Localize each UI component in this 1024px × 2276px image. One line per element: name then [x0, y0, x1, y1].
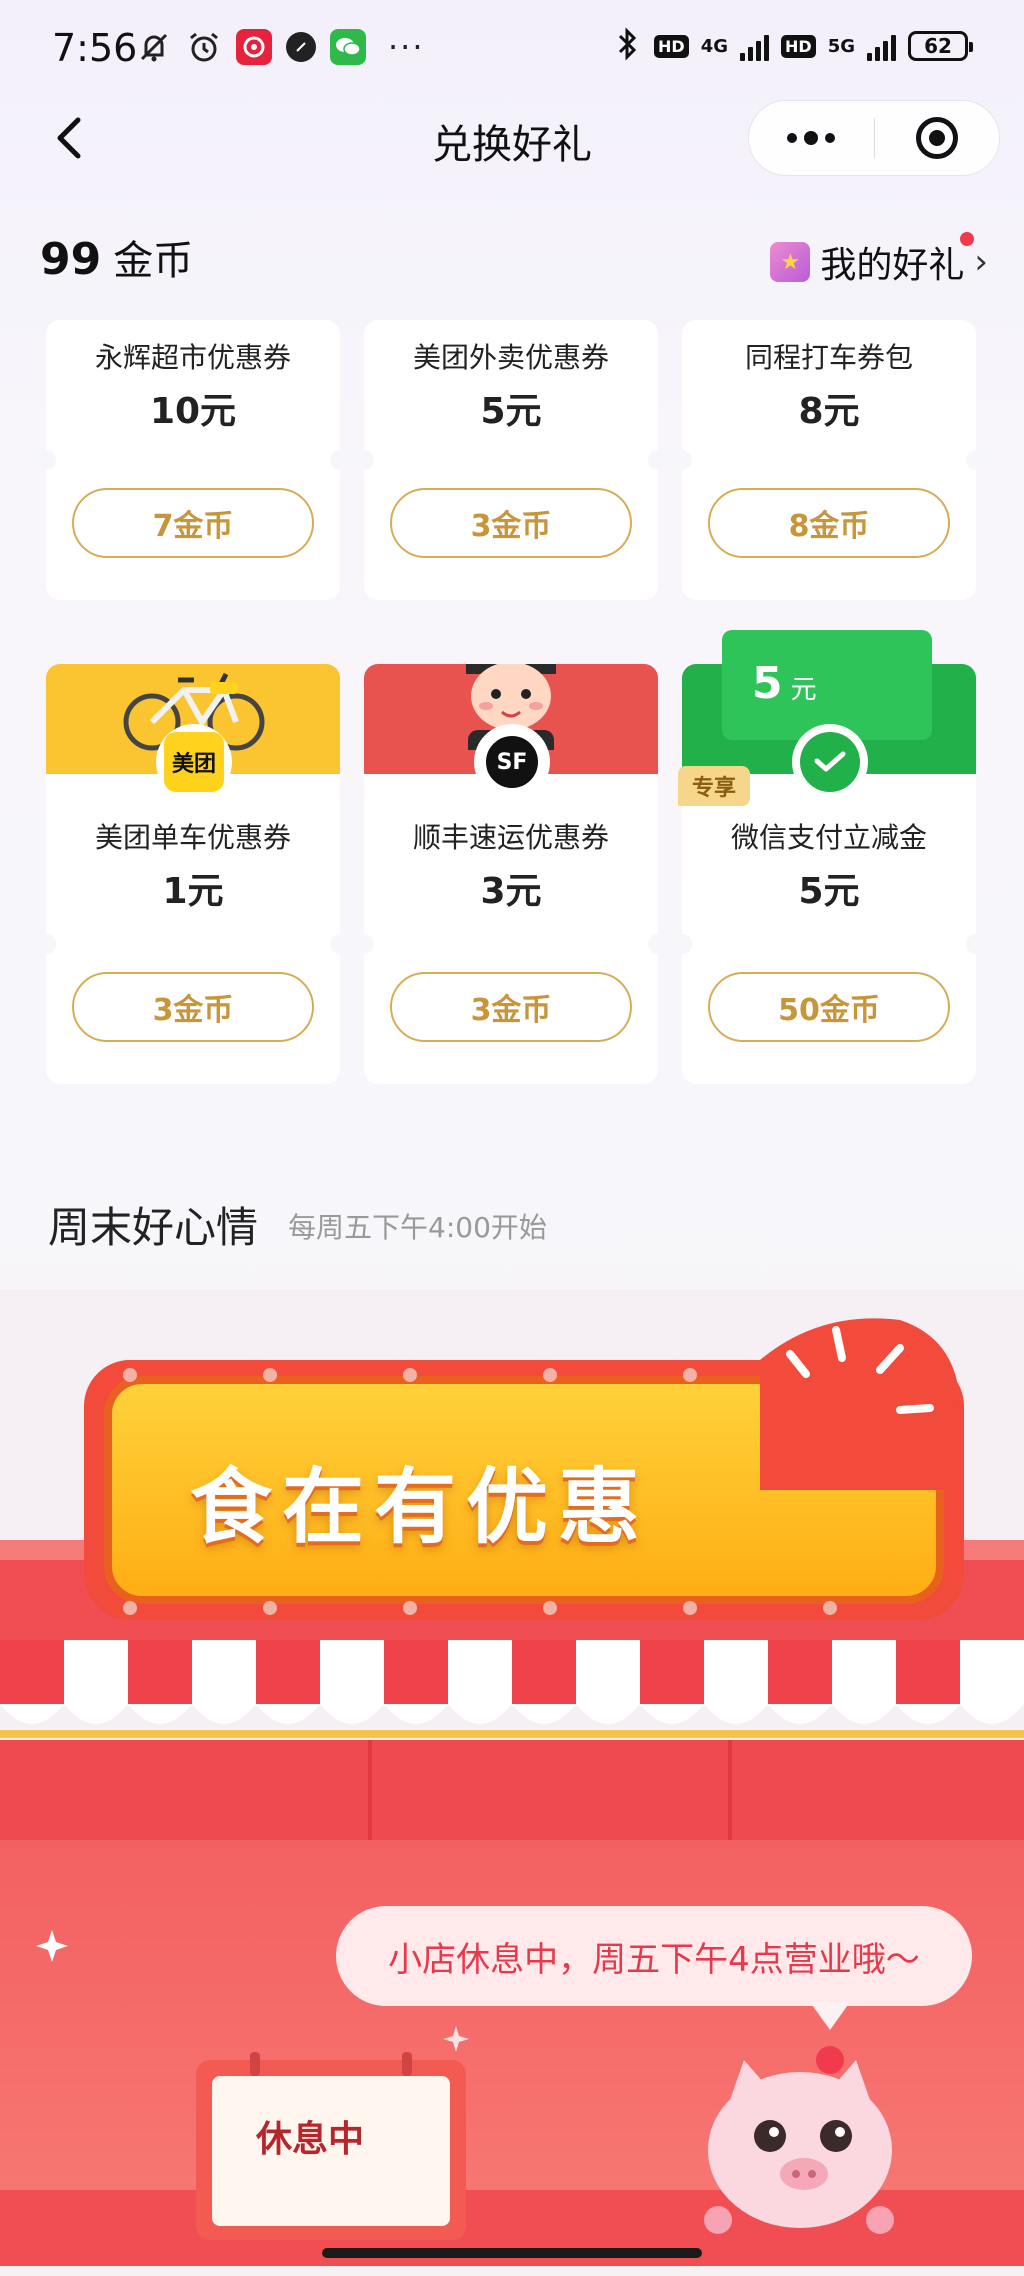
- chevron-right-icon: ›: [974, 242, 988, 282]
- section-subtitle: 每周五下午4:00开始: [288, 1211, 547, 1244]
- mute-bell-icon: [136, 29, 172, 65]
- gift-box-icon: ★: [770, 242, 811, 282]
- card-notch: [354, 934, 374, 954]
- card-notch: [648, 934, 668, 954]
- gift-card-yonghui[interactable]: 永辉超市优惠券 10元 7金币: [36, 320, 350, 600]
- gift-card-meituan-waimai[interactable]: 美团外卖优惠券 5元 3金币: [354, 320, 668, 600]
- gift-card-name: 美团外卖优惠券: [412, 341, 609, 374]
- shop-closed-bubble: 小店休息中，周五下午4点营业哦～: [336, 1906, 972, 2006]
- more-options-button[interactable]: [749, 101, 874, 175]
- app-dot-icon: [286, 32, 316, 62]
- my-gifts-label: 我的好礼: [820, 245, 965, 286]
- my-gifts-link[interactable]: ★ 我的好礼 ›: [770, 232, 988, 288]
- redeem-button[interactable]: 3金币: [390, 972, 632, 1042]
- card-notch: [672, 934, 692, 954]
- coin-balance: 99 金币: [40, 228, 193, 286]
- meituan-logo: 美团: [156, 724, 232, 800]
- notification-dot: [960, 232, 974, 246]
- gift-card-value: 1元: [162, 871, 224, 912]
- status-right-icons: HD 4G HD 5G 62: [612, 26, 973, 66]
- status-time: 7:56: [52, 26, 138, 70]
- meituan-logo-text: 美团: [164, 732, 224, 792]
- redeem-button[interactable]: 50金币: [708, 972, 950, 1042]
- gift-card-meituan-bike[interactable]: 美团 美团单车优惠券 1元 3金币: [36, 664, 350, 1084]
- card-notch: [648, 450, 668, 470]
- card-notch: [354, 450, 374, 470]
- voucher-unit: 元: [790, 675, 817, 705]
- gift-card-value: 8元: [798, 391, 860, 432]
- redeem-button[interactable]: 3金币: [390, 488, 632, 558]
- more-notifications-icon: ···: [388, 28, 425, 66]
- gift-card-value: 10元: [149, 391, 237, 432]
- close-miniprogram-button[interactable]: [875, 101, 1000, 175]
- card-notch: [36, 934, 56, 954]
- wechat-pay-logo: [792, 724, 868, 800]
- battery-indicator: 62: [908, 31, 973, 61]
- signal-bars-2-icon: [867, 31, 896, 61]
- navigation-bar: 兑换好礼: [0, 96, 1024, 186]
- status-bar: 7:56 ··· HD 4G HD 5G 62: [0, 0, 1024, 96]
- banner-headline: 食在有优惠: [190, 1459, 651, 1555]
- gift-card-value: 3元: [480, 871, 542, 912]
- redeem-button[interactable]: 7金币: [72, 488, 314, 558]
- check-icon: [800, 732, 860, 792]
- gift-card-name: 永辉超市优惠券: [94, 341, 291, 374]
- status-left-icons: ···: [136, 28, 425, 66]
- card-notch: [36, 450, 56, 470]
- home-indicator[interactable]: [322, 2248, 702, 2258]
- coin-amount: 99: [40, 234, 102, 285]
- weekend-shop-banner: [0, 1290, 1024, 2266]
- coin-unit: 金币: [113, 238, 194, 284]
- network-type-2: 5G: [827, 35, 855, 57]
- card-notch: [966, 450, 986, 470]
- gift-card-tongcheng[interactable]: 同程打车券包 8元 8金币: [672, 320, 986, 600]
- gift-card-name: 顺丰速运优惠券: [412, 821, 609, 854]
- closed-sign-text: 休息中: [256, 2119, 365, 2160]
- section-title: 周末好心情: [48, 1203, 259, 1252]
- redeem-button[interactable]: 8金币: [708, 488, 950, 558]
- card-notch: [672, 450, 692, 470]
- gift-card-name: 微信支付立减金: [730, 821, 927, 854]
- signal-bars-1-icon: [740, 31, 770, 61]
- card-notch: [330, 450, 350, 470]
- sf-logo: SF: [474, 724, 550, 800]
- alarm-icon: [186, 29, 222, 65]
- more-dots-icon: [787, 131, 836, 145]
- voucher-number: 5: [752, 658, 783, 709]
- voucher-amount: 5 元: [752, 658, 817, 709]
- gift-card-value: 5元: [798, 871, 860, 912]
- hd-badge-1: HD: [654, 34, 689, 58]
- gift-card-name: 同程打车券包: [744, 341, 913, 374]
- card-notch: [330, 934, 350, 954]
- sf-logo-text: SF: [483, 733, 541, 791]
- gift-card-name: 美团单车优惠券: [94, 821, 291, 854]
- network-type-1: 4G: [700, 35, 729, 57]
- bluetooth-icon: [612, 26, 642, 66]
- gift-card-wechat-pay[interactable]: 5 元 专享 微信支付立减金 5元 50金币: [672, 630, 986, 1084]
- gift-card-value: 5元: [480, 391, 542, 432]
- music-app-icon: [236, 29, 272, 65]
- gift-card-sf-express[interactable]: SF 顺丰速运优惠券 3元 3金币: [354, 664, 668, 1084]
- shop-illustration: [0, 1290, 1024, 2266]
- hd-badge-2: HD: [781, 34, 816, 58]
- redeem-button[interactable]: 3金币: [72, 972, 314, 1042]
- target-icon: [915, 117, 958, 159]
- wechat-icon: [330, 29, 366, 65]
- exclusive-badge: 专享: [678, 766, 751, 806]
- card-notch: [966, 934, 986, 954]
- miniprogram-capsule: [748, 100, 1000, 176]
